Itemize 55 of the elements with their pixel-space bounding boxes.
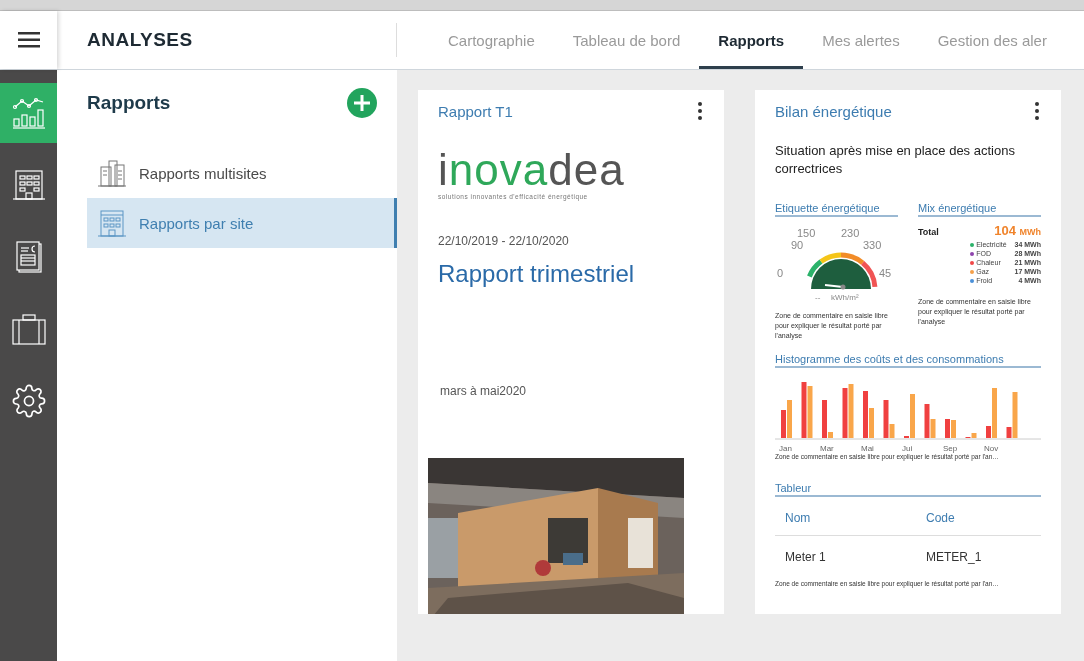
gauge-label: 330 <box>863 239 882 251</box>
menu-button[interactable] <box>0 11 57 69</box>
buildings-icon <box>97 159 127 187</box>
report-period: mars à mai2020 <box>440 384 528 398</box>
card-title: Rapport T1 <box>438 102 513 120</box>
add-button[interactable] <box>347 88 377 118</box>
section-title: Mix énergétique <box>918 202 1041 217</box>
gauge-label: 45 <box>879 267 892 279</box>
gauge-label: 150 <box>797 227 816 239</box>
nav-tab[interactable]: Cartographie <box>429 11 554 69</box>
gauge-label: 0 <box>777 267 784 279</box>
axis-label: Jui <box>901 444 914 453</box>
card-title: Bilan énergétique <box>775 102 892 120</box>
more-icon <box>698 102 702 120</box>
settings-icon <box>11 384 46 418</box>
report-heading: Rapport trimestriel <box>438 260 636 288</box>
menu-icon <box>17 32 40 48</box>
invoice-icon <box>13 240 44 274</box>
more-button[interactable] <box>1033 100 1041 122</box>
section-title: Tableur <box>775 482 1041 497</box>
date-range: 22/10/2019 - 22/10/2020 <box>438 234 570 248</box>
section-title: Etiquette énergétique <box>775 202 898 217</box>
plus-icon <box>354 95 370 111</box>
table-cell-text: METER_1 <box>926 550 983 564</box>
nav-tab[interactable]: Mes alertes <box>803 11 919 69</box>
gauge-label: 90 <box>791 239 804 251</box>
more-icon <box>1035 102 1039 120</box>
sidebar-item[interactable]: Rapports par site <box>87 198 397 248</box>
axis-label: Jan <box>778 444 793 453</box>
company-logo: inovadea <box>438 148 626 192</box>
column-header: Code <box>926 511 956 525</box>
gauge-unit: kWh/m² <box>831 293 859 302</box>
table-cell-text: Meter 1 <box>785 550 827 564</box>
column-header: Nom <box>785 511 812 525</box>
section-title: Histogramme des coûts et des consommations <box>775 353 1041 368</box>
axis-label: Mar <box>819 444 835 453</box>
sidebar-title: Rapports <box>87 92 171 114</box>
gauge-value: -- <box>815 293 821 302</box>
briefcase-icon <box>11 313 46 345</box>
intro-text: Situation après mise en place des actions correctrices <box>775 142 1016 178</box>
chart-icon <box>11 97 46 129</box>
axis-label: Sep <box>942 444 959 453</box>
app-title: ANALYSES <box>57 23 397 57</box>
building-icon <box>11 169 46 201</box>
axis-label: Nov <box>983 444 1000 453</box>
total-value: 104 MWh <box>994 223 1041 238</box>
axis-label: Mai <box>860 444 875 453</box>
nav-tab[interactable]: Gestion des aler <box>918 11 1066 69</box>
nav-tab[interactable]: Rapports <box>699 11 804 69</box>
building-icon <box>97 209 127 237</box>
nav-tab[interactable]: Tableau de bord <box>553 11 700 69</box>
gauge-label: 230 <box>841 227 860 239</box>
total-label: Total <box>918 227 939 237</box>
sidebar-item[interactable]: Rapports multisites <box>87 148 397 198</box>
more-button[interactable] <box>696 100 704 122</box>
